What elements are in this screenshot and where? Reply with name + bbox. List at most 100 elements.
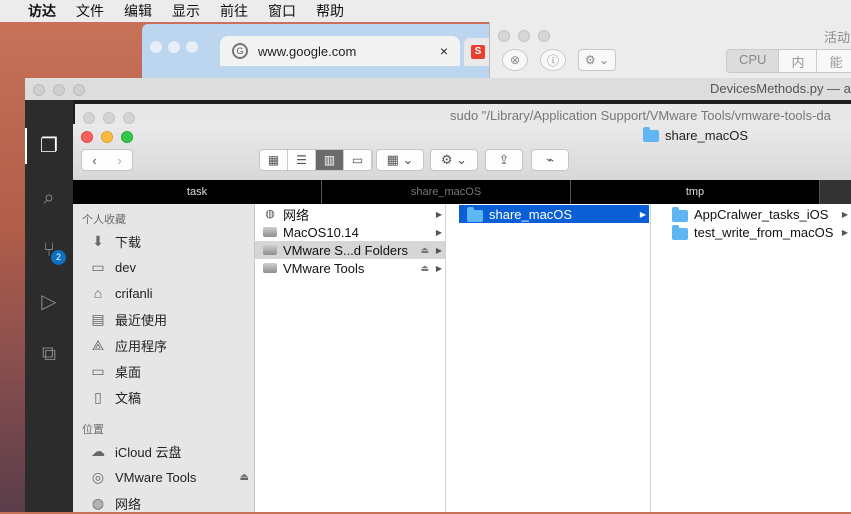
disc-icon: ◎ xyxy=(91,469,105,485)
menu-view[interactable]: 显示 xyxy=(172,1,200,21)
folder-icon: ▭ xyxy=(91,259,105,275)
menu-file[interactable]: 文件 xyxy=(76,1,104,21)
vscode-activity-bar: ❐ ⌕ ⑂ 2 ▷ ⧉ xyxy=(25,100,73,512)
tab-energy[interactable]: 能 xyxy=(817,50,851,72)
list-item[interactable]: test_write_from_macOS ▶ xyxy=(664,223,851,241)
sidebar-item-vmware-tools[interactable]: ◎ VMware Tools ⏏ xyxy=(89,466,249,488)
sidebar-item-label: 最近使用 xyxy=(115,312,168,328)
sidebar-item-home[interactable]: ⌂ crifanli xyxy=(89,282,249,304)
folder-icon xyxy=(643,126,659,142)
stop-process-icon[interactable]: ⊗ xyxy=(502,49,528,71)
close-tab-icon[interactable]: × xyxy=(440,43,448,59)
back-icon[interactable]: ‹ xyxy=(92,153,96,168)
eject-icon[interactable]: ⏏ xyxy=(420,263,429,274)
explorer-icon[interactable]: ❐ xyxy=(37,134,61,158)
sidebar-item-label: 桌面 xyxy=(115,364,142,380)
sidebar-item-dev[interactable]: ▭ dev xyxy=(89,256,249,278)
recents-icon: ▤ xyxy=(91,311,105,327)
extensions-icon[interactable]: ⧉ xyxy=(37,342,61,366)
disclosure-arrow-icon: ▶ xyxy=(435,245,442,255)
list-item-selected[interactable]: share_macOS ▶ xyxy=(459,205,649,223)
activity-tabs: CPU 内存 能 xyxy=(726,49,851,73)
item-label: test_write_from_macOS xyxy=(694,224,834,240)
scm-badge: 2 xyxy=(51,250,66,265)
minimize-window-button[interactable] xyxy=(101,131,113,143)
view-mode-control: ▦ ☰ ▥ ▭ xyxy=(259,149,373,171)
sidebar-item-label: iCloud 云盘 xyxy=(115,444,182,460)
group-by-button[interactable]: ▦ ⌄ xyxy=(376,149,424,171)
forward-icon[interactable]: › xyxy=(117,153,121,168)
tab-share-macos[interactable]: share_macOS xyxy=(322,180,571,204)
activity-title: 活动监 xyxy=(824,30,851,45)
gear-menu-icon[interactable]: ⚙ ⌄ xyxy=(578,49,616,71)
sidebar-item-label: 网络 xyxy=(115,496,142,512)
active-indicator xyxy=(25,128,27,164)
download-icon: ⬇ xyxy=(92,233,104,249)
folder-icon xyxy=(672,224,688,240)
finder-title: share_macOS xyxy=(643,126,748,143)
menu-help[interactable]: 帮助 xyxy=(316,1,344,21)
desktop-icon: ▭ xyxy=(91,363,105,379)
action-gear-button[interactable]: ⚙ ⌄ xyxy=(430,149,478,171)
close-window-button[interactable] xyxy=(81,131,93,143)
favorites-header: 个人收藏 xyxy=(82,214,126,226)
tab-memory[interactable]: 内存 xyxy=(779,50,818,72)
sidebar-item-label: VMware Tools xyxy=(115,469,197,485)
share-icon[interactable]: ⇪ xyxy=(485,149,523,171)
column-1: ◍ 网络 ▶ MacOS10.14 ▶ VMware S...d Folders ⏏ ▶ … xyxy=(255,204,446,512)
folder-icon xyxy=(467,206,483,222)
item-label: 网络 xyxy=(283,207,310,223)
activity-monitor-window: 活动监 ⊗ ⓘ ⚙ ⌄ CPU 内存 能 xyxy=(489,22,851,85)
zoom-window-button[interactable] xyxy=(121,131,133,143)
vmware-shared-icon xyxy=(263,245,277,255)
sidebar-item-label: dev xyxy=(115,259,136,275)
list-item-selected[interactable]: VMware S...d Folders ⏏ ▶ xyxy=(255,241,445,259)
sidebar-item-icloud[interactable]: ☁ iCloud 云盘 xyxy=(89,440,249,462)
list-item[interactable]: VMware Tools ⏏ ▶ xyxy=(255,259,445,277)
sidebar-item-downloads[interactable]: ⬇ 下载 xyxy=(89,230,249,252)
column-3: AppCralwer_tasks_iOS ▶ test_write_from_ma… xyxy=(664,204,851,512)
sidebar-item-desktop[interactable]: ▭ 桌面 xyxy=(89,360,249,382)
google-favicon-icon: G xyxy=(232,43,248,59)
eject-icon[interactable]: ⏏ xyxy=(240,472,249,483)
finder-sidebar: 个人收藏 ⬇ 下载 ▭ dev ⌂ crifanli ▤ 最近使用 ⟁ 应用程序 ▭ 桌面 … xyxy=(73,204,255,512)
list-item[interactable]: ◍ 网络 ▶ xyxy=(255,205,445,223)
column-view-icon[interactable]: ▥ xyxy=(316,150,344,170)
debug-icon[interactable]: ▷ xyxy=(37,290,61,314)
network-icon: ◍ xyxy=(265,208,275,220)
activity-traffic-lights[interactable] xyxy=(498,29,558,47)
info-icon[interactable]: ⓘ xyxy=(540,49,566,71)
eject-icon[interactable]: ⏏ xyxy=(420,245,429,256)
menu-window[interactable]: 窗口 xyxy=(268,1,296,21)
menu-edit[interactable]: 编辑 xyxy=(124,1,152,21)
tab-tmp[interactable]: tmp xyxy=(571,180,820,204)
vscode-traffic-lights[interactable] xyxy=(33,83,93,101)
sidebar-item-applications[interactable]: ⟁ 应用程序 xyxy=(89,334,249,356)
item-label: AppCralwer_tasks_iOS xyxy=(694,206,829,222)
menu-finder[interactable]: 访达 xyxy=(28,1,56,21)
sidebar-item-label: crifanli xyxy=(115,285,153,301)
tab-task[interactable]: task xyxy=(73,180,322,204)
disclosure-arrow-icon: ▶ xyxy=(639,209,646,219)
sidebar-item-documents[interactable]: ▯ 文稿 xyxy=(89,386,249,408)
item-label: VMware Tools xyxy=(283,260,365,276)
tab-cpu[interactable]: CPU xyxy=(727,50,780,72)
list-item[interactable]: MacOS10.14 ▶ xyxy=(255,223,445,241)
chrome-traffic-lights[interactable] xyxy=(150,40,204,58)
new-tab-button[interactable] xyxy=(820,180,851,204)
disclosure-arrow-icon: ▶ xyxy=(435,263,442,273)
gallery-view-icon[interactable]: ▭ xyxy=(344,150,372,170)
column-2: share_macOS ▶ xyxy=(446,204,651,512)
list-item[interactable]: AppCralwer_tasks_iOS ▶ xyxy=(664,205,851,223)
sidebar-item-recents[interactable]: ▤ 最近使用 xyxy=(89,308,249,330)
menu-go[interactable]: 前往 xyxy=(220,1,248,21)
tag-icon[interactable]: ⌁ xyxy=(531,149,569,171)
menu-bar: 访达 文件 编辑 显示 前往 窗口 帮助 xyxy=(0,0,851,22)
chrome-tab-google[interactable]: G www.google.com × xyxy=(220,36,460,66)
search-icon[interactable]: ⌕ xyxy=(37,186,61,210)
disclosure-arrow-icon: ▶ xyxy=(435,227,442,237)
sidebar-item-network[interactable]: ◍ 网络 xyxy=(89,492,249,514)
list-view-icon[interactable]: ☰ xyxy=(288,150,316,170)
icon-view-icon[interactable]: ▦ xyxy=(260,150,288,170)
vscode-title: DevicesMethods.py — ap xyxy=(710,81,851,96)
